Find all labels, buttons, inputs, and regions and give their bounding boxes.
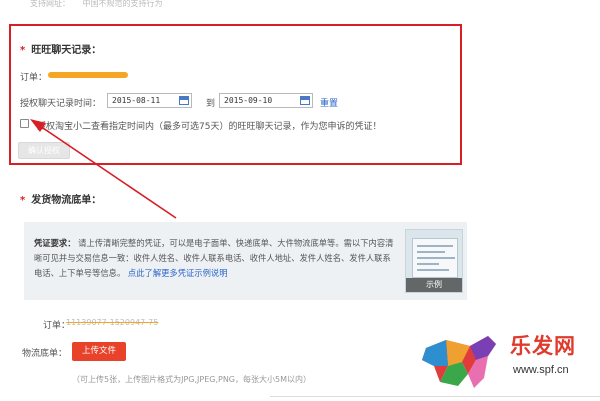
logo-url: www.spf.cn — [513, 364, 569, 376]
proof-example-link[interactable]: 点此了解更多凭证示例说明 — [128, 268, 228, 278]
waybill-label: 物流底单： — [22, 349, 68, 359]
site-logo: 乐发网 www.spf.cn — [418, 326, 598, 396]
proof-requirements-panel: 凭证要求： 请上传清晰完整的凭证，可以是电子面单、快递底单、大件物流底单等。需以… — [24, 222, 467, 300]
upload-file-button[interactable]: 上传文件 — [72, 342, 126, 361]
example-label: 示例 — [406, 278, 462, 292]
bull-logo-icon — [422, 336, 496, 388]
logistics-order-value: 11139077-1520947-75 — [66, 318, 159, 327]
logistics-title: * 发货物流底单： — [20, 195, 102, 206]
required-star: * — [20, 195, 26, 206]
logo-text: 乐发网 — [510, 333, 576, 358]
upload-hint: （可上传5张，上传图片格式为JPG,JPEG,PNG，每张大小5M以内） — [72, 375, 311, 384]
proof-title: 凭证要求： — [34, 238, 76, 248]
waybill-image — [412, 238, 458, 278]
proof-requirements-text: 凭证要求： 请上传清晰完整的凭证，可以是电子面单、快递底单、大件物流底单等。需以… — [34, 236, 399, 281]
example-thumbnail[interactable]: 示例 — [405, 229, 463, 293]
bottom-divider — [270, 396, 600, 397]
